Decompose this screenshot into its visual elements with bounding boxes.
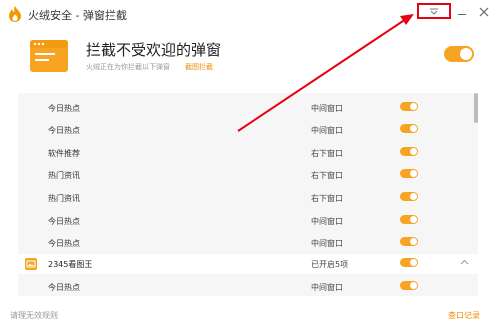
- title-bar: 火绒安全 - 弹窗拦截: [0, 0, 500, 28]
- list-item: 今日热点 中间窗口: [18, 232, 478, 254]
- list-item: 软件推荐 右下窗口: [18, 142, 478, 164]
- item-mode: 中间窗口: [311, 239, 343, 248]
- item-toggle[interactable]: [400, 169, 418, 178]
- list-item: 今日热点 中间窗口: [18, 210, 478, 232]
- window-title: 火绒安全 - 弹窗拦截: [28, 9, 127, 22]
- item-mode: 中间窗口: [311, 283, 343, 292]
- app-image-viewer-icon: [25, 258, 37, 270]
- item-toggle[interactable]: [400, 192, 418, 201]
- item-toggle[interactable]: [400, 215, 418, 224]
- list-item: 今日热点 中间窗口: [18, 97, 478, 119]
- item-toggle[interactable]: [400, 102, 418, 111]
- item-name: 今日热点: [48, 104, 80, 113]
- popup-block-header: 拦截不受欢迎的弹窗 火绒正在为你拦截以下弹窗 截图拦截: [0, 28, 500, 82]
- item-mode: 右下窗口: [311, 171, 343, 180]
- chevron-up-icon[interactable]: [460, 259, 469, 265]
- item-mode: 中间窗口: [311, 217, 343, 226]
- list-item: 热门资讯 右下窗口: [18, 164, 478, 186]
- list-item: 热门资讯 右下窗口: [18, 187, 478, 209]
- master-toggle-switch[interactable]: [444, 46, 474, 62]
- clean-invalid-rules-link[interactable]: 请理无效规则: [10, 310, 58, 321]
- item-name: 今日热点: [48, 126, 80, 135]
- footer: 请理无效规则 查口记录: [0, 300, 500, 329]
- scrollbar-thumb[interactable]: [474, 93, 478, 123]
- item-toggle[interactable]: [400, 281, 418, 290]
- minimize-button[interactable]: [456, 2, 470, 20]
- page-title: 拦截不受欢迎的弹窗: [86, 41, 222, 59]
- list-item: 今日热点 中间窗口: [18, 119, 478, 141]
- intercept-log-link[interactable]: 查口记录: [448, 310, 480, 321]
- close-button[interactable]: [477, 5, 491, 19]
- dropdown-menu-icon: [430, 8, 438, 15]
- page-subtitle: 火绒正在为你拦截以下弹窗: [86, 63, 170, 71]
- master-toggle[interactable]: [444, 46, 474, 62]
- group-row-2345kantuwang[interactable]: 2345看图王 已开启5项: [18, 254, 478, 274]
- item-name: 软件推荐: [48, 149, 80, 158]
- popup-window-icon: [30, 40, 68, 72]
- screenshot-block-link[interactable]: 截图拦截: [185, 62, 213, 72]
- minimize-icon: [458, 14, 466, 15]
- item-name: 热门资讯: [48, 194, 80, 203]
- dropdown-menu-button[interactable]: [417, 3, 451, 19]
- item-toggle[interactable]: [400, 237, 418, 246]
- group-status: 已开启5项: [311, 260, 349, 269]
- popup-rule-list: 今日热点 中间窗口 今日热点 中间窗口 软件推荐 右下窗口 热门资讯 右下窗口 …: [18, 86, 478, 296]
- group-toggle[interactable]: [400, 258, 418, 267]
- huorong-logo-icon: [9, 6, 21, 22]
- group-name: 2345看图王: [48, 260, 93, 269]
- item-mode: 右下窗口: [311, 149, 343, 158]
- item-name: 今日热点: [48, 283, 80, 292]
- item-mode: 中间窗口: [311, 126, 343, 135]
- list-item: 今日热点 中间窗口: [18, 276, 478, 296]
- item-mode: 中间窗口: [311, 104, 343, 113]
- item-toggle[interactable]: [400, 124, 418, 133]
- item-mode: 右下窗口: [311, 194, 343, 203]
- item-name: 今日热点: [48, 217, 80, 226]
- group-header-partial: [18, 86, 478, 93]
- item-toggle[interactable]: [400, 147, 418, 156]
- item-name: 热门资讯: [48, 171, 80, 180]
- item-name: 今日热点: [48, 239, 80, 248]
